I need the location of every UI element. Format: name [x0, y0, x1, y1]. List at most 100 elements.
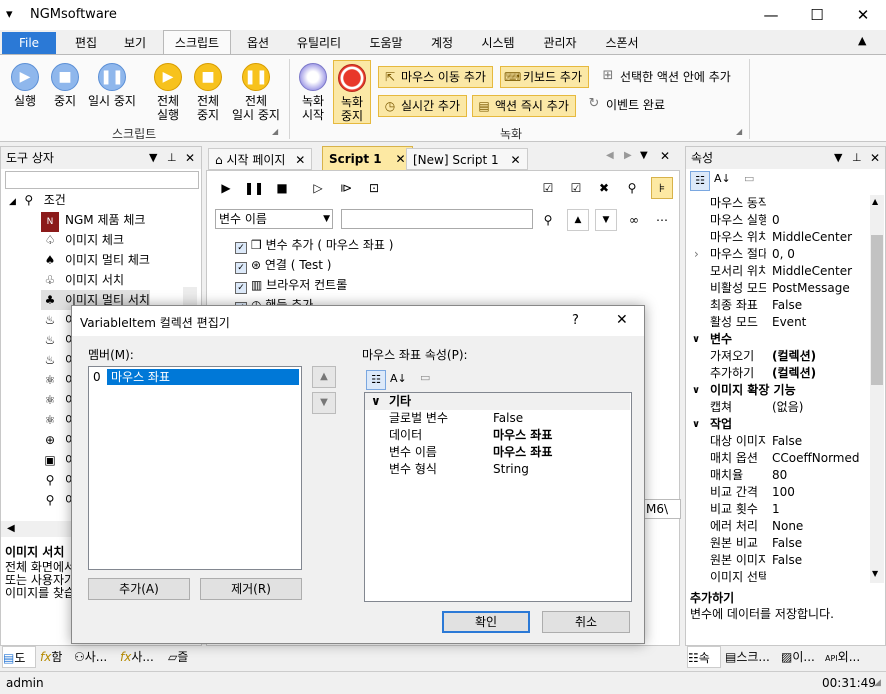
tab-close-icon[interactable]: ✕ — [395, 152, 405, 166]
add-in-selected-action-button[interactable]: ⊞ 선택한 액션 안에 추가 — [600, 67, 731, 87]
bottom-tab-favorites[interactable]: ▱즐 — [168, 646, 204, 668]
property-pages-icon[interactable]: ▭ — [420, 371, 430, 384]
category-other[interactable]: ∨ 기타 — [365, 393, 630, 410]
tab-options[interactable]: 옵션 — [236, 32, 280, 54]
categorized-icon[interactable]: ☷ — [366, 370, 386, 390]
app-menu-icon[interactable]: ▾ — [6, 7, 13, 22]
bottom-tab-properties[interactable]: ☷속 — [687, 646, 721, 668]
script-line[interactable]: ✓ ⊛ 연결 ( Test ) — [235, 255, 331, 275]
delete-icon[interactable]: ✖ — [593, 177, 615, 199]
ribbon-collapse-icon[interactable]: ▲ — [858, 34, 866, 47]
cancel-button[interactable]: 취소 — [542, 611, 630, 633]
scroll-thumb[interactable] — [871, 235, 883, 385]
bottom-tab-function[interactable]: fx함 — [40, 646, 72, 668]
search-icon[interactable]: ⚲ — [537, 209, 559, 231]
tab-start-page[interactable]: ⌂ 시작 페이지 ✕ — [208, 148, 313, 170]
scroll-down-icon[interactable]: ▼ — [872, 569, 878, 578]
pause-button[interactable]: ❚❚ 일시 중지 — [84, 63, 140, 108]
keyboard-add-button[interactable]: ⌨ 키보드 추가 — [500, 66, 590, 88]
property-row[interactable]: 글로벌 변수 False — [365, 410, 630, 427]
scroll-up-icon[interactable]: ▲ — [872, 197, 878, 206]
check-all-icon[interactable]: ☑ — [537, 177, 559, 199]
tree-view-icon[interactable]: ⊧ — [651, 177, 673, 199]
ok-button[interactable]: 확인 — [442, 611, 530, 633]
property-row[interactable]: 변수 형식 String — [365, 461, 630, 478]
bottom-tab-toolbox[interactable]: ▤도 — [2, 646, 36, 668]
category-work[interactable]: ∨ 작업 — [686, 416, 870, 433]
tab-scroll-left-icon[interactable]: ◀ — [606, 150, 614, 161]
tab-close-icon[interactable]: ✕ — [510, 153, 520, 167]
search-down-icon[interactable]: ▼ — [595, 209, 617, 231]
categorized-icon[interactable]: ☷ — [690, 171, 710, 191]
pin-icon[interactable]: ⊥ — [167, 147, 177, 169]
step-icon[interactable]: ▷ — [307, 177, 329, 199]
toolbox-search-input[interactable] — [5, 171, 199, 189]
script-line[interactable]: ✓ ▥ 브라우저 컨트롤 — [235, 275, 347, 295]
action-now-add-button[interactable]: ▤ 액션 즉시 추가 — [472, 95, 576, 117]
move-up-button[interactable]: ▲ — [312, 366, 336, 388]
pause-all-button[interactable]: ❚❚ 전체 일시 중지 — [228, 63, 284, 122]
properties-scrollbar[interactable]: ▲ ▼ — [870, 195, 884, 583]
realtime-add-button[interactable]: ◷ 실시간 추가 — [378, 95, 468, 117]
panel-dropdown-icon[interactable]: ▼ — [149, 147, 157, 169]
document-close-icon[interactable]: ✕ — [660, 149, 670, 163]
expand-arrow-icon[interactable]: › — [694, 246, 699, 263]
group-expand-icon[interactable]: ◢ — [272, 127, 278, 136]
property-pages-icon[interactable]: ▭ — [744, 172, 754, 185]
tab-view[interactable]: 보기 — [112, 32, 158, 54]
bottom-tab-user-function[interactable]: fx사... — [120, 646, 164, 668]
pin-icon[interactable]: ⊥ — [852, 147, 862, 169]
more-icon[interactable]: ⋯ — [651, 209, 673, 231]
alphabetical-sort-icon[interactable]: A↓ — [714, 172, 731, 185]
tab-new-script[interactable]: [New] Script 1 ✕ — [406, 148, 528, 170]
tab-script1[interactable]: Script 1 ✕ — [322, 146, 413, 170]
tab-file[interactable]: File — [2, 32, 56, 54]
record-start-button[interactable]: 녹화 시작 — [294, 63, 332, 122]
tab-system[interactable]: 시스템 — [472, 32, 524, 54]
alphabetical-sort-icon[interactable]: A↓ — [390, 372, 407, 385]
group-expand-icon-2[interactable]: ◢ — [736, 127, 742, 136]
category-variable[interactable]: ∨ 변수 — [686, 331, 870, 348]
tab-account[interactable]: 계정 — [422, 32, 462, 54]
record-stop-button[interactable]: 녹화 중지 — [333, 60, 371, 124]
category-image-extension[interactable]: ∨ 이미지 확장 기능 — [686, 382, 870, 399]
property-row[interactable]: 데이터 마우스 좌표 — [365, 427, 630, 444]
tab-scroll-right-icon[interactable]: ▶ — [624, 150, 632, 161]
tree-item[interactable]: ♠ 이미지 멀티 체크 — [41, 250, 150, 270]
tree-root-condition[interactable]: ◢ ⚲ 조건 — [9, 190, 66, 210]
panel-close-icon[interactable]: ✕ — [185, 147, 195, 169]
member-item-selected[interactable]: 0 마우스 좌표 — [91, 369, 299, 385]
tab-script[interactable]: 스크립트 — [163, 30, 231, 54]
close-button[interactable]: ✕ — [840, 0, 886, 30]
maximize-button[interactable]: ☐ — [794, 0, 840, 30]
run-all-button[interactable]: ▶ 전체 실행 — [148, 63, 188, 122]
variable-name-select[interactable]: 변수 이름 ▼ — [215, 209, 333, 229]
add-button[interactable]: 추가(A) — [88, 578, 190, 600]
step-over-icon[interactable]: ⊡ — [363, 177, 385, 199]
members-list[interactable]: 0 마우스 좌표 — [88, 366, 302, 570]
search-icon[interactable]: ⚲ — [621, 177, 643, 199]
remove-button[interactable]: 제거(R) — [200, 578, 302, 600]
minimize-button[interactable]: — — [748, 0, 794, 30]
pause-icon[interactable]: ❚❚ — [243, 177, 265, 199]
help-button[interactable]: ? — [572, 313, 579, 328]
dialog-close-button[interactable]: ✕ — [616, 312, 628, 328]
tab-help[interactable]: 도움말 — [362, 32, 410, 54]
stop-all-button[interactable]: ■ 전체 중지 — [188, 63, 228, 122]
tab-close-icon[interactable]: ✕ — [295, 153, 305, 167]
tab-edit[interactable]: 편집 — [62, 32, 110, 54]
tab-admin[interactable]: 관리자 — [534, 32, 586, 54]
tree-item[interactable]: ♧ 이미지 서치 — [41, 270, 124, 290]
resize-grip-icon[interactable]: ◢ — [874, 672, 881, 694]
panel-close-icon[interactable]: ✕ — [870, 147, 880, 169]
tab-list-icon[interactable]: ▼ — [640, 150, 648, 161]
checkbox[interactable]: ✓ — [235, 282, 247, 294]
tree-item[interactable]: N NGM 제품 체크 — [41, 210, 145, 232]
bottom-tab-script[interactable]: ▤스크... — [725, 646, 779, 668]
stop-icon[interactable]: ■ — [271, 177, 293, 199]
panel-dropdown-icon[interactable]: ▼ — [834, 147, 842, 169]
infinity-icon[interactable]: ∞ — [623, 209, 645, 231]
run-button[interactable]: ▶ 실행 — [6, 63, 44, 108]
move-down-button[interactable]: ▼ — [312, 392, 336, 414]
mouse-move-add-button[interactable]: ⇱ 마우스 이동 추가 — [378, 66, 493, 88]
